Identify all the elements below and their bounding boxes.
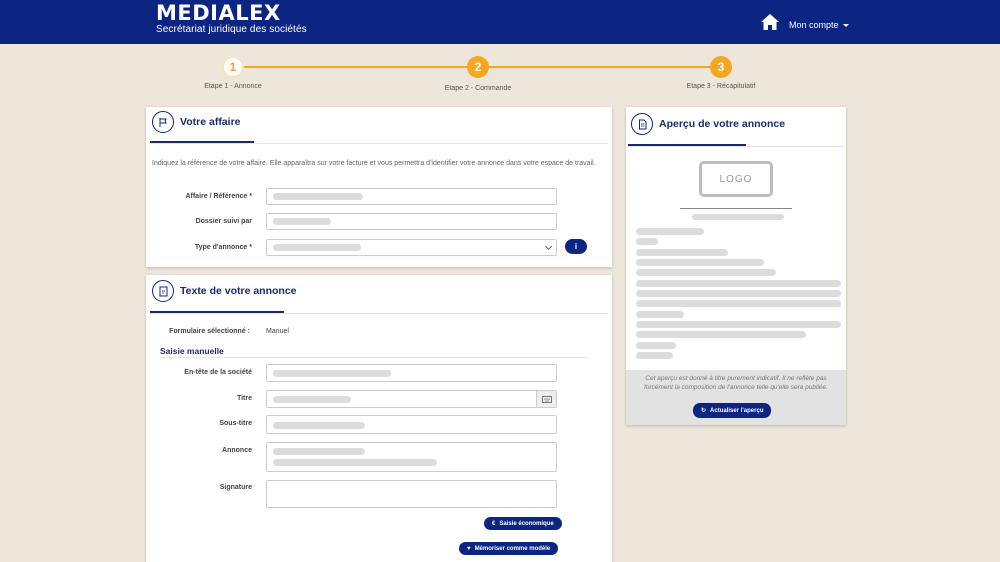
home-icon[interactable] (760, 13, 780, 31)
preview-line (636, 249, 728, 256)
brand-logo[interactable]: MEDIALEX Secrétariat juridique des socié… (156, 2, 307, 35)
document-edit-icon (152, 280, 174, 302)
divider (150, 313, 608, 314)
preview-footer: Cet aperçu est donné à titre purement in… (626, 370, 846, 425)
preview-line (636, 280, 841, 287)
input-placeholder (273, 218, 331, 225)
preview-line (692, 214, 784, 220)
heart-icon: ♥ (467, 545, 471, 552)
step-2-label: Etape 2 - Commande (444, 85, 512, 92)
affaire-description: Indiquez la référence de votre affaire. … (152, 160, 596, 167)
type-annonce-label: Type d'annonce * (194, 244, 252, 251)
info-button[interactable]: i (565, 239, 587, 254)
divider (150, 143, 608, 144)
brand-name: MEDIALEX (156, 1, 281, 25)
account-label: Mon compte (789, 20, 839, 30)
keyboard-icon[interactable] (536, 391, 556, 407)
top-header: MEDIALEX Secrétariat juridique des socié… (0, 0, 1000, 44)
apercu-card-header: Aperçu de votre annonce (631, 113, 785, 135)
reference-label: Affaire / Référence * (185, 193, 252, 200)
preview-line (636, 290, 841, 297)
saisie-manuelle-heading: Saisie manuelle (160, 346, 224, 356)
type-annonce-select[interactable] (266, 239, 557, 256)
step-3-circle[interactable]: 3 (710, 56, 732, 78)
preview-line (636, 321, 841, 328)
apercu-title: Aperçu de votre annonce (659, 118, 786, 130)
signature-textarea[interactable] (266, 480, 557, 508)
memoriser-modele-label: Mémoriser comme modèle (474, 545, 551, 552)
input-placeholder (273, 370, 391, 377)
memoriser-modele-button[interactable]: ♥ Mémoriser comme modèle (459, 542, 559, 555)
input-placeholder (273, 448, 365, 455)
texte-card-header: Texte de votre annonce (152, 280, 297, 302)
affaire-title: Votre affaire (180, 116, 241, 128)
logo-placeholder: LOGO (699, 161, 773, 197)
preview-line (636, 228, 704, 235)
saisie-economique-button[interactable]: € Saisie économique (484, 517, 562, 530)
formulaire-label: Formulaire sélectionné : (169, 328, 250, 335)
input-placeholder (273, 422, 365, 429)
texte-title: Texte de votre annonce (180, 285, 297, 297)
entete-input[interactable] (266, 364, 557, 382)
preview-line (636, 300, 841, 307)
affaire-card-header: Votre affaire (152, 111, 241, 133)
reference-input[interactable] (266, 188, 557, 205)
sous-titre-label: Sous-titre (219, 420, 252, 427)
brand-subtitle: Secrétariat juridique des sociétés (156, 24, 307, 35)
input-placeholder (273, 244, 361, 251)
formulaire-value: Manuel (266, 328, 289, 335)
preview-line (636, 342, 676, 349)
account-menu[interactable]: Mon compte (789, 20, 849, 30)
step-connector (489, 66, 710, 68)
step-connector (244, 66, 468, 68)
dossier-label: Dossier suivi par (195, 218, 252, 225)
euro-icon: € (492, 520, 496, 527)
preview-line (636, 259, 764, 266)
divider (160, 357, 588, 358)
input-placeholder (273, 193, 363, 200)
sous-titre-input[interactable] (266, 415, 557, 434)
preview-line (636, 311, 684, 318)
titre-input[interactable] (266, 390, 557, 408)
saisie-economique-label: Saisie économique (499, 520, 554, 527)
preview-line (636, 352, 673, 359)
flag-icon (152, 111, 174, 133)
preview-line (636, 269, 776, 276)
caret-down-icon (842, 23, 849, 27)
titre-label: Titre (236, 395, 252, 402)
actualiser-label: Actualiser l'aperçu (710, 407, 764, 414)
apercu-card: Aperçu de votre annonce LOGO Cet aperçu … (626, 107, 846, 425)
preview-line (636, 331, 806, 338)
affaire-card: Votre affaire Indiquez la référence de v… (146, 107, 612, 267)
annonce-textarea[interactable] (266, 442, 557, 472)
step-3-label: Etape 3 - Récapitulatif (686, 83, 756, 90)
refresh-icon: ↻ (701, 408, 707, 414)
step-1-label: Etape 1 - Annonce (204, 83, 262, 90)
step-2-circle[interactable]: 2 (467, 56, 489, 78)
actualiser-apercu-button[interactable]: ↻ Actualiser l'aperçu (693, 403, 772, 418)
input-placeholder (273, 459, 437, 466)
preview-rule (680, 208, 792, 209)
input-placeholder (273, 396, 351, 403)
step-1-circle[interactable]: 1 (222, 56, 244, 78)
info-icon: i (574, 242, 578, 251)
entete-label: En-tête de la société (184, 369, 252, 376)
document-icon (631, 113, 653, 135)
annonce-label: Annonce (222, 447, 252, 454)
preview-line (636, 238, 658, 245)
progress-stepper: 1 Etape 1 - Annonce 2 Etape 2 - Commande… (0, 50, 1000, 100)
divider (628, 146, 844, 147)
texte-card: Texte de votre annonce Formulaire sélect… (146, 275, 612, 562)
preview-note: Cet aperçu est donné à titre purement in… (644, 375, 828, 391)
chevron-down-icon (544, 242, 553, 251)
dossier-input[interactable] (266, 213, 557, 230)
signature-label: Signature (219, 484, 252, 491)
